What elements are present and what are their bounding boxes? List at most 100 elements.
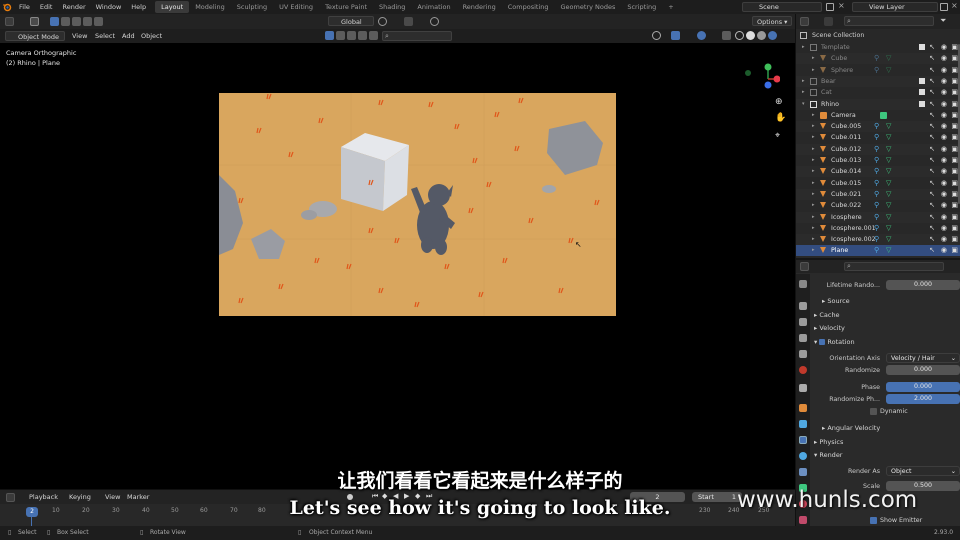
transform-orientation-dropdown[interactable]: Global xyxy=(328,16,374,26)
expand-arrow-icon[interactable]: ▸ xyxy=(812,189,815,200)
tab-modeling[interactable]: Modeling xyxy=(189,1,231,13)
tab-geometry-nodes[interactable]: Geometry Nodes xyxy=(555,1,622,13)
tool-tab-icon[interactable] xyxy=(799,280,807,288)
menu-edit[interactable]: Edit xyxy=(35,3,58,11)
randomize-phase-field[interactable]: 2.000 xyxy=(886,394,960,404)
tab-shading[interactable]: Shading xyxy=(373,1,411,13)
selectable-toggle-icon[interactable]: ↖ xyxy=(929,200,935,211)
render-tab-icon[interactable] xyxy=(799,302,807,310)
menu-file[interactable]: File xyxy=(14,3,35,11)
menu-add[interactable]: Add xyxy=(122,31,135,41)
properties-search-icon[interactable]: ⌕ xyxy=(844,262,944,271)
outliner-row[interactable]: ▸ Cube.015 ⚲ ▽ ↖ ◉ ▣ xyxy=(796,178,960,189)
expand-arrow-icon[interactable]: ▸ xyxy=(802,76,805,87)
editor-type-icon[interactable] xyxy=(5,17,14,26)
selectable-toggle-icon[interactable]: ↖ xyxy=(929,76,935,87)
expand-arrow-icon[interactable]: ▾ xyxy=(802,99,805,110)
selectable-toggle-icon[interactable]: ↖ xyxy=(929,178,935,189)
outliner-row[interactable]: ▸ Cube.013 ⚲ ▽ ↖ ◉ ▣ xyxy=(796,155,960,166)
eye-icon[interactable]: ◉ xyxy=(941,189,947,200)
eye-icon[interactable]: ◉ xyxy=(941,212,947,223)
eye-icon[interactable]: ◉ xyxy=(941,245,947,256)
eye-icon[interactable]: ◉ xyxy=(941,87,947,98)
expand-arrow-icon[interactable]: ▸ xyxy=(802,42,805,53)
exclude-checkbox[interactable] xyxy=(919,247,925,253)
shading-solid-icon[interactable] xyxy=(746,31,755,40)
outliner-row[interactable]: ▸ Cube.014 ⚲ ▽ ↖ ◉ ▣ xyxy=(796,166,960,178)
render-toggle-icon[interactable]: ▣ xyxy=(951,212,958,223)
render-toggle-icon[interactable]: ▣ xyxy=(951,99,958,110)
navigation-gizmo[interactable] xyxy=(740,63,781,103)
eye-icon[interactable]: ◉ xyxy=(941,200,947,211)
options-dropdown[interactable]: Options ▾ xyxy=(752,16,793,26)
select-mode-new-icon[interactable] xyxy=(50,17,59,26)
particles-tab-icon[interactable] xyxy=(799,436,807,444)
render-toggle-icon[interactable]: ▣ xyxy=(951,223,958,234)
outliner-row[interactable]: ▸ Cube ⚲ ▽ ↖ ◉ ▣ xyxy=(796,53,960,65)
output-tab-icon[interactable] xyxy=(799,318,807,326)
tab-scripting[interactable]: Scripting xyxy=(621,1,662,13)
eye-icon[interactable]: ◉ xyxy=(941,166,947,177)
tab-compositing[interactable]: Compositing xyxy=(502,1,555,13)
outliner-row[interactable]: ▸ Icosphere ⚲ ▽ ↖ ◉ ▣ xyxy=(796,211,960,223)
velocity-panel-header[interactable]: ▸ Velocity xyxy=(814,324,845,332)
eye-icon[interactable]: ◉ xyxy=(941,132,947,143)
expand-arrow-icon[interactable]: ▸ xyxy=(812,132,815,143)
render-toggle-icon[interactable]: ▣ xyxy=(951,144,958,155)
rotation-panel-header[interactable]: ▾ Rotation xyxy=(814,338,855,346)
selectable-toggle-icon[interactable]: ↖ xyxy=(929,42,935,53)
selectable-toggle-icon[interactable]: ↖ xyxy=(929,121,935,132)
select-tool-icon[interactable] xyxy=(30,17,39,26)
outliner-row[interactable]: ▸ Cat ↖ ◉ ▣ xyxy=(796,87,960,98)
outliner-row[interactable]: ▸ Cube.005 ⚲ ▽ ↖ ◉ ▣ xyxy=(796,121,960,133)
expand-arrow-icon[interactable]: ▸ xyxy=(812,200,815,211)
3d-viewport[interactable]: Camera Orthographic (2) Rhino | Plane ⊕ … xyxy=(0,43,795,489)
exclude-checkbox[interactable] xyxy=(919,146,925,152)
render-toggle-icon[interactable]: ▣ xyxy=(951,87,958,98)
exclude-checkbox[interactable] xyxy=(919,236,925,242)
expand-arrow-icon[interactable]: ▸ xyxy=(812,155,815,166)
snap-icon[interactable] xyxy=(404,17,413,26)
render-toggle-icon[interactable]: ▣ xyxy=(951,245,958,256)
shading-wireframe-icon[interactable] xyxy=(735,31,744,40)
exclude-checkbox[interactable] xyxy=(919,100,925,107)
menu-select[interactable]: Select xyxy=(95,31,115,41)
selectable-toggle-icon[interactable]: ↖ xyxy=(929,65,935,76)
select-mode-extend-icon[interactable] xyxy=(61,17,70,26)
view-layer-copy-icon[interactable] xyxy=(940,3,948,11)
lifetime-randomness-field[interactable]: 0.000 xyxy=(886,280,960,290)
scene-copy-icon[interactable] xyxy=(826,3,834,11)
expand-arrow-icon[interactable]: ▸ xyxy=(812,144,815,155)
shading-rendered-icon[interactable] xyxy=(768,31,777,40)
expand-arrow-icon[interactable]: ▸ xyxy=(812,178,815,189)
expand-arrow-icon[interactable]: ▸ xyxy=(812,166,815,177)
exclude-checkbox[interactable] xyxy=(919,180,925,186)
eye-icon[interactable]: ◉ xyxy=(941,155,947,166)
outliner-row[interactable]: ▸ Cube.021 ⚲ ▽ ↖ ◉ ▣ xyxy=(796,188,960,200)
blender-logo-icon[interactable] xyxy=(0,0,14,14)
gizmo-toggle-icon[interactable] xyxy=(671,31,680,40)
rotation-checkbox[interactable] xyxy=(819,339,826,345)
physics-tab-icon[interactable] xyxy=(799,452,807,460)
dynamic-checkbox[interactable] xyxy=(870,408,877,415)
selectable-toggle-icon[interactable]: ↖ xyxy=(929,144,935,155)
xray-toggle-icon[interactable] xyxy=(722,31,731,40)
uv-sync-icon[interactable] xyxy=(325,31,334,40)
view-layer-tab-icon[interactable] xyxy=(799,334,807,342)
exclude-checkbox[interactable] xyxy=(919,44,925,50)
eye-icon[interactable]: ◉ xyxy=(941,99,947,110)
selectable-toggle-icon[interactable]: ↖ xyxy=(929,223,935,234)
eye-icon[interactable]: ◉ xyxy=(941,65,947,76)
world-tab-icon[interactable] xyxy=(799,366,807,374)
render-toggle-icon[interactable]: ▣ xyxy=(951,132,958,143)
select-mode-invert-icon[interactable] xyxy=(83,17,92,26)
expand-arrow-icon[interactable]: ▸ xyxy=(812,110,815,121)
expand-arrow-icon[interactable]: ▸ xyxy=(802,87,805,98)
render-toggle-icon[interactable]: ▣ xyxy=(951,200,958,211)
exclude-checkbox[interactable] xyxy=(919,112,925,118)
eye-icon[interactable]: ◉ xyxy=(941,76,947,87)
expand-arrow-icon[interactable]: ▸ xyxy=(812,223,815,234)
render-toggle-icon[interactable]: ▣ xyxy=(951,76,958,87)
scene-collection-row[interactable]: Scene Collection xyxy=(796,30,960,41)
selectable-toggle-icon[interactable]: ↖ xyxy=(929,166,935,177)
